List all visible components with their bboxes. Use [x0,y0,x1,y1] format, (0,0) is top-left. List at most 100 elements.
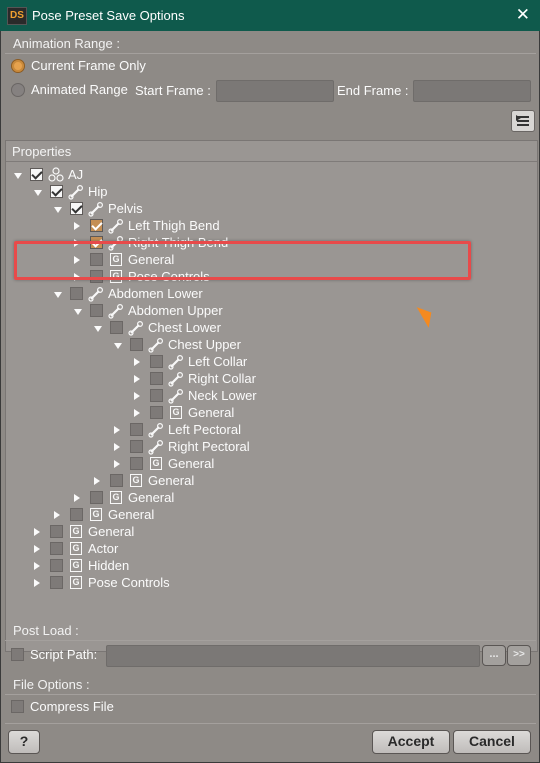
tree-row-label: General [148,473,195,488]
tree-checkbox[interactable] [70,508,83,521]
help-icon: ? [19,733,29,749]
tree-checkbox[interactable] [90,304,103,317]
expand-arrow-icon[interactable] [34,579,40,587]
expand-arrow-icon[interactable] [34,562,40,570]
expand-arrow-icon[interactable] [134,375,140,383]
properties-tree: Properties AJ Hip Pelvis Left Thigh Bend Rig… [5,140,538,652]
collapse-arrow-icon[interactable] [54,207,62,213]
expand-arrow-icon[interactable] [34,528,40,536]
expand-arrow-icon[interactable] [114,460,120,468]
expand-arrow-icon[interactable] [54,511,60,519]
tree-checkbox[interactable] [150,355,163,368]
animated-range-label: Animated Range [31,82,128,97]
tree-row-label: Neck Lower [188,388,257,403]
collapse-arrow-icon[interactable] [34,190,42,196]
tree-checkbox[interactable] [130,440,143,453]
current-frame-radio[interactable] [11,59,25,73]
collapse-arrow-icon[interactable] [14,173,22,179]
cancel-button[interactable]: Cancel [453,730,531,754]
start-frame-input[interactable] [216,80,334,102]
tree-checkbox[interactable] [70,287,83,300]
expand-arrow-icon[interactable] [74,222,80,230]
tree-checkbox[interactable] [110,321,123,334]
tree-checkbox[interactable] [90,491,103,504]
tree-row[interactable]: Left Collar [6,354,506,371]
expand-arrow-icon[interactable] [34,545,40,553]
collapse-arrow-icon[interactable] [114,343,122,349]
tree-row[interactable]: G Actor [6,541,506,558]
tree-checkbox[interactable] [50,525,63,538]
expand-arrow-icon[interactable] [134,392,140,400]
tree-row-label: Pose Controls [88,575,170,590]
tree-row[interactable]: Right Pectoral [6,439,506,456]
bone-icon [88,201,104,217]
separator [5,53,536,54]
group-icon: G [170,406,182,419]
tree-row[interactable]: Abdomen Lower [6,286,506,303]
tree-row[interactable]: G Pose Controls [6,575,506,592]
accept-button[interactable]: Accept [372,730,450,754]
animated-range-radio[interactable] [11,83,25,97]
tree-row[interactable]: AJ [6,167,506,184]
expand-arrow-icon[interactable] [114,426,120,434]
tree-row[interactable]: G General [6,473,506,490]
tree-checkbox[interactable] [150,389,163,402]
start-frame-label: Start Frame : [135,83,211,98]
tree-checkbox[interactable] [130,457,143,470]
tree-checkbox[interactable] [50,559,63,572]
tree-row[interactable]: Pelvis [6,201,506,218]
tree-checkbox[interactable] [30,168,43,181]
tree-checkbox[interactable] [50,185,63,198]
tree-row[interactable]: G General [6,490,506,507]
help-button[interactable]: ? [8,730,40,754]
tree-checkbox[interactable] [150,372,163,385]
tree-checkbox[interactable] [130,423,143,436]
tree-row[interactable]: G General [6,524,506,541]
tree-row[interactable]: G General [6,456,506,473]
browse-button[interactable]: ... [482,645,506,666]
tree-row[interactable]: G General [6,507,506,524]
tree-checkbox[interactable] [50,542,63,555]
group-icon: G [130,474,142,487]
compress-file-checkbox[interactable] [11,700,24,713]
current-frame-label: Current Frame Only [31,58,146,73]
separator [5,640,536,641]
title-bar: DS Pose Preset Save Options ✕ [0,0,540,31]
expand-arrow-icon[interactable] [134,409,140,417]
script-path-label: Script Path: [30,647,98,662]
tree-checkbox[interactable] [70,202,83,215]
tree-checkbox[interactable] [90,219,103,232]
expand-arrow-icon[interactable] [74,494,80,502]
animation-range-heading: Animation Range : [13,36,120,51]
script-path-checkbox[interactable] [11,648,24,661]
collapse-arrow-icon[interactable] [74,309,82,315]
collapse-arrow-icon[interactable] [54,292,62,298]
tree-row-label: Chest Lower [148,320,221,335]
tree-row[interactable]: G General [6,405,506,422]
tree-checkbox[interactable] [50,576,63,589]
expand-arrow-icon[interactable] [94,477,100,485]
close-icon[interactable]: ✕ [516,5,530,25]
tree-checkbox[interactable] [150,406,163,419]
expand-arrow-icon[interactable] [134,358,140,366]
tree-row-label: General [128,490,175,505]
options-menu-button[interactable] [511,110,535,132]
group-icon: G [70,576,82,589]
tree-row[interactable]: Right Collar [6,371,506,388]
tree-row[interactable]: G Hidden [6,558,506,575]
highlight-box [14,241,471,280]
tree-row[interactable]: Left Pectoral [6,422,506,439]
collapse-arrow-icon[interactable] [94,326,102,332]
tree-checkbox[interactable] [110,474,123,487]
bone-icon [128,320,144,336]
group-icon: G [70,542,82,555]
tree-row[interactable]: Neck Lower [6,388,506,405]
end-frame-input[interactable] [413,80,531,102]
tree-row[interactable]: Left Thigh Bend [6,218,506,235]
script-path-input[interactable] [106,645,480,667]
tree-row[interactable]: Chest Upper [6,337,506,354]
run-script-button[interactable]: >> [507,645,531,666]
tree-checkbox[interactable] [130,338,143,351]
expand-arrow-icon[interactable] [114,443,120,451]
tree-row[interactable]: Hip [6,184,506,201]
